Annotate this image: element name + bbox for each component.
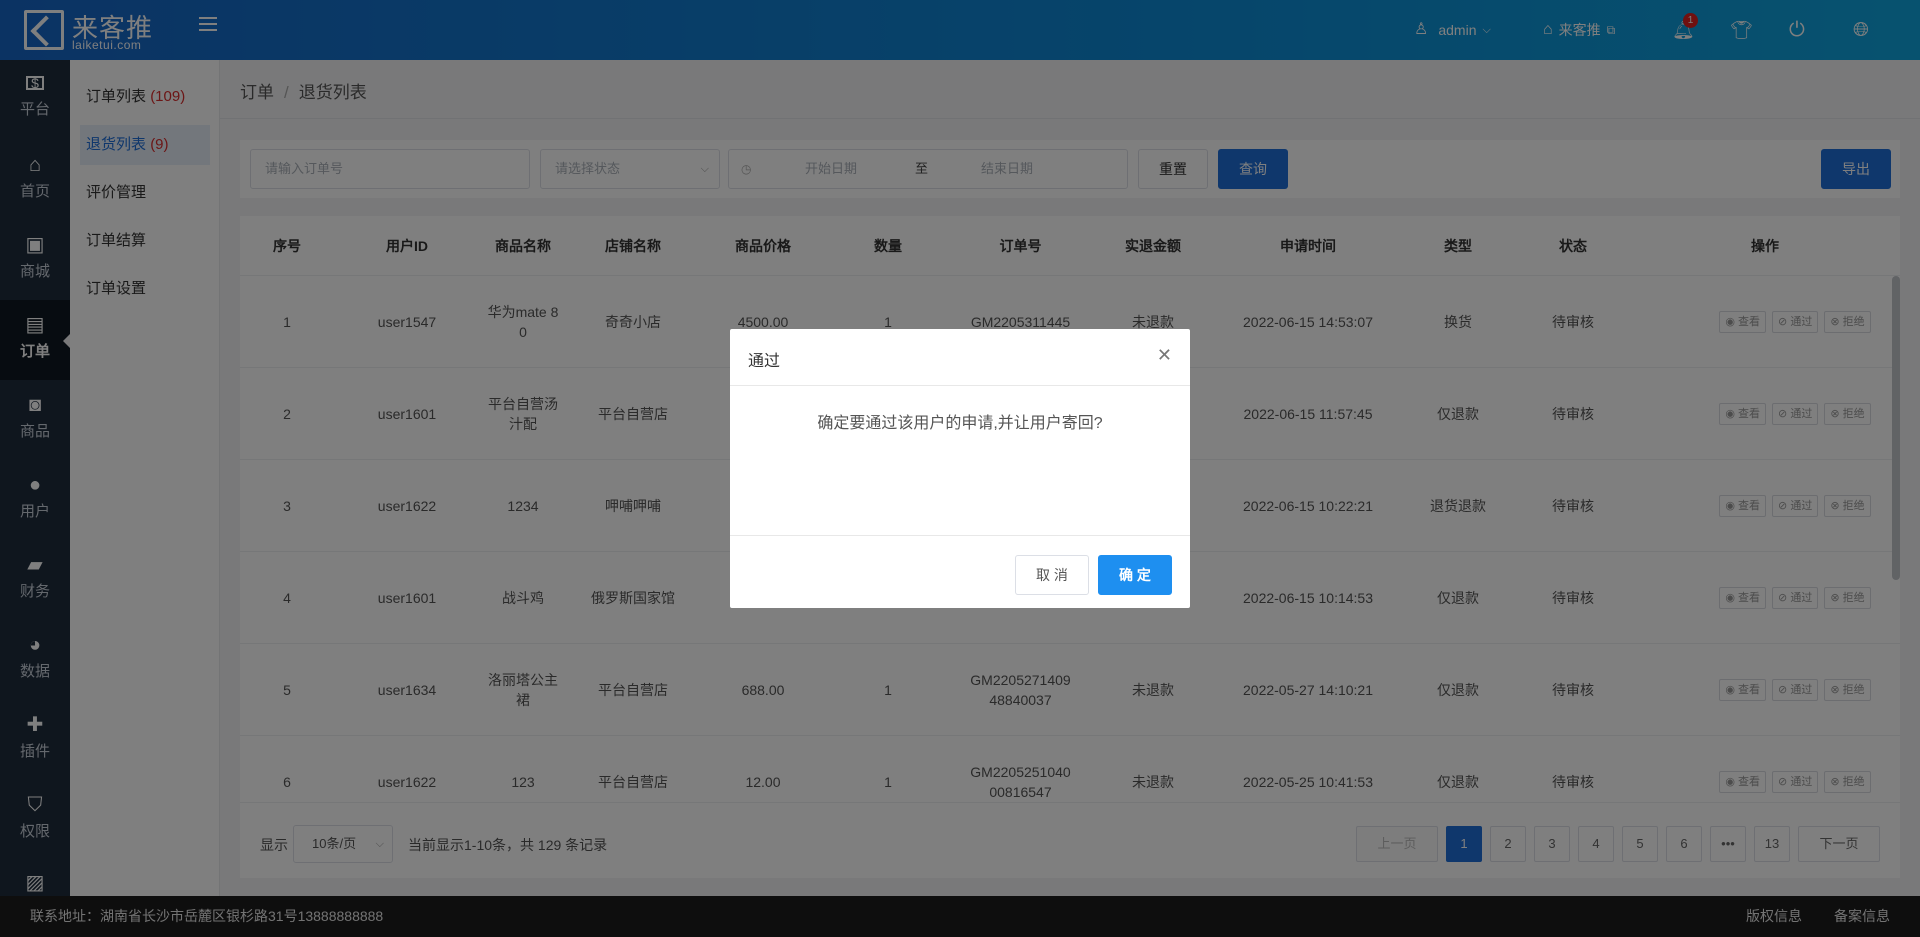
- dialog-message: 确定要通过该用户的申请,并让用户寄回?: [817, 415, 1103, 432]
- dialog-header: 通过 ✕: [730, 329, 1190, 386]
- close-icon[interactable]: ✕: [1157, 345, 1172, 365]
- confirm-button[interactable]: 确 定: [1098, 555, 1172, 595]
- dialog-footer: 取 消 确 定: [730, 535, 1190, 608]
- dialog-title: 通过: [748, 353, 781, 370]
- approve-dialog: 通过 ✕ 确定要通过该用户的申请,并让用户寄回? 取 消 确 定: [730, 329, 1190, 608]
- cancel-button[interactable]: 取 消: [1015, 555, 1089, 595]
